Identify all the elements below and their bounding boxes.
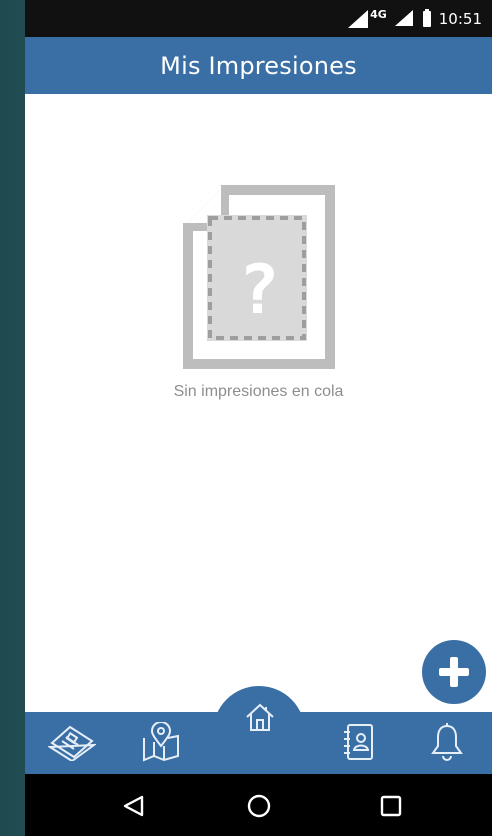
address-book-icon (344, 724, 373, 760)
nav-map[interactable] (134, 715, 188, 769)
home-circle-icon (247, 794, 271, 818)
page-title: Mis Impresiones (160, 51, 357, 80)
signal-icon (394, 9, 415, 28)
home-icon (246, 703, 274, 731)
clock: 10:51 (438, 9, 482, 28)
svg-text:?: ? (239, 251, 280, 330)
add-print-button[interactable] (422, 640, 486, 704)
battery-icon (422, 8, 431, 27)
bell-icon (431, 723, 463, 761)
newspaper-icon (48, 725, 96, 761)
network-type: 4G (370, 8, 387, 21)
signal-icon (348, 9, 369, 28)
status-bar: 4G 10:51 (25, 0, 492, 37)
nav-home[interactable] (233, 690, 287, 744)
back-icon (123, 795, 144, 817)
back-button[interactable] (113, 786, 153, 826)
system-navigation (25, 774, 492, 836)
empty-state-message: Sin impresiones en cola (173, 383, 344, 400)
app-header: Mis Impresiones (25, 37, 492, 94)
plus-icon (439, 657, 469, 687)
map-pin-icon (143, 722, 179, 762)
recents-button[interactable] (371, 786, 411, 826)
recents-icon (380, 795, 402, 817)
phone-screen: 4G 10:51 Mis Impresiones ? Sin impresion… (25, 0, 492, 836)
unknown-document-icon: ? (183, 185, 335, 369)
status-icons: 4G 10:51 (348, 0, 482, 37)
home-system-button[interactable] (239, 786, 279, 826)
nav-contacts[interactable] (331, 715, 385, 769)
nav-news[interactable] (45, 715, 99, 769)
nav-notifications[interactable] (420, 715, 474, 769)
